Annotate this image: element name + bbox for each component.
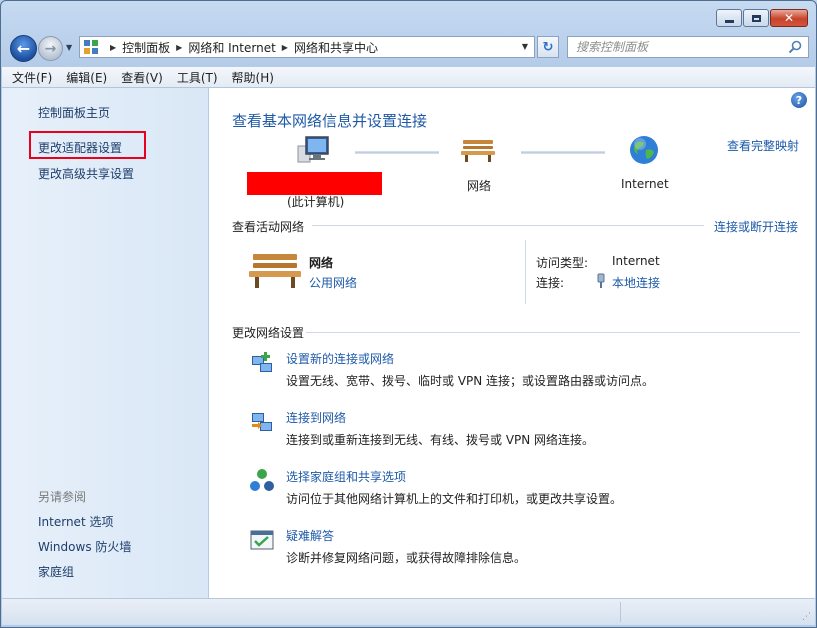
new-connection-icon [252,352,272,372]
sidebar-item-control-panel-home[interactable]: 控制面板主页 [38,104,110,121]
recent-pages-dropdown[interactable]: ▼ [66,43,72,52]
maximize-icon [751,14,761,22]
refresh-icon: ↻ [542,39,554,55]
task-description: 连接到或重新连接到无线、有线、拨号或 VPN 网络连接。 [286,433,595,447]
chevron-right-icon[interactable]: ▶ [110,43,116,52]
sidebar-item-homegroup[interactable]: 家庭组 [38,563,74,580]
section-divider [306,332,800,333]
menu-edit[interactable]: 编辑(E) [66,69,107,86]
local-connection-link[interactable]: 本地连接 [612,274,660,291]
active-networks-heading: 查看活动网络 [232,220,305,234]
setup-connection-link[interactable]: 设置新的连接或网络 [286,350,394,367]
breadcrumb-network-internet[interactable]: 网络和 Internet [188,39,275,56]
connection-line [521,151,605,154]
caption-buttons: ✕ [715,9,808,27]
access-type-value: Internet [612,254,660,268]
menu-view[interactable]: 查看(V) [121,69,163,86]
connect-network-icon [252,413,272,431]
maximize-button[interactable] [743,9,769,27]
network-label: 网络 [467,179,492,193]
breadcrumb-control-panel[interactable]: 控制面板 [122,39,170,56]
internet-label: Internet [621,177,669,191]
task-description: 诊断并修复网络问题，或获得故障排除信息。 [286,551,527,565]
connection-line [355,151,439,154]
close-button[interactable]: ✕ [770,9,808,27]
chevron-right-icon[interactable]: ▶ [282,43,288,52]
arrow-left-icon: ← [16,39,31,58]
connections-label: 连接: [536,276,565,290]
network-type-link[interactable]: 公用网络 [309,274,357,291]
search-box[interactable] [567,36,809,58]
sidebar: 控制面板主页 更改适配器设置 更改高级共享设置 另请参阅 Internet 选项… [2,88,208,598]
control-panel-icon [84,40,98,54]
connect-to-network-link[interactable]: 连接到网络 [286,409,346,426]
arrow-right-icon: → [44,40,57,57]
sidebar-item-change-adapter-settings[interactable]: 更改适配器设置 [38,139,122,156]
section-divider [312,225,704,226]
status-divider [620,602,621,622]
ethernet-plug-icon [597,273,605,288]
menu-bar: 文件(F) 编辑(E) 查看(V) 工具(T) 帮助(H) [2,67,815,88]
window: ✕ ← → ▼ ▶ 控制面板 ▶ 网络和 Internet ▶ 网络和共享中心 … [0,0,817,628]
vertical-divider [525,240,526,304]
forward-button[interactable]: → [38,36,63,61]
back-button[interactable]: ← [10,35,37,62]
sidebar-item-internet-options[interactable]: Internet 选项 [38,513,113,530]
task-description: 访问位于其他网络计算机上的文件和打印机，或更改共享设置。 [286,492,623,506]
active-network-name: 网络 [309,256,334,270]
minimize-icon [724,19,734,23]
breadcrumb-network-sharing-center[interactable]: 网络和共享中心 [294,39,378,56]
search-input[interactable] [576,40,776,54]
help-icon[interactable]: ? [791,92,807,108]
access-type-label: 访问类型: [536,256,589,270]
sidebar-item-change-advanced-sharing[interactable]: 更改高级共享设置 [38,165,134,182]
menu-file[interactable]: 文件(F) [12,69,52,86]
resize-grip-icon[interactable]: ⋰ [802,612,811,622]
refresh-button[interactable]: ↻ [537,36,559,58]
menu-tools[interactable]: 工具(T) [177,69,218,86]
close-icon: ✕ [783,11,795,25]
view-full-map-link[interactable]: 查看完整映射 [727,137,799,154]
task-description: 设置无线、宽带、拨号、临时或 VPN 连接；或设置路由器或访问点。 [286,374,655,388]
status-bar: ⋰ [2,598,815,625]
address-dropdown-icon[interactable]: ▼ [522,42,528,51]
search-icon[interactable] [788,40,802,54]
page-title: 查看基本网络信息并设置连接 [232,112,428,130]
computer-icon[interactable] [295,133,331,165]
connect-disconnect-link[interactable]: 连接或断开连接 [714,218,798,235]
redacted-computer-name [247,172,382,195]
change-settings-heading: 更改网络设置 [232,326,305,340]
main-content: ? 查看基本网络信息并设置连接 查看完整映射 (此计算机) 网络 Interne… [209,88,815,598]
address-bar[interactable]: ▶ 控制面板 ▶ 网络和 Internet ▶ 网络和共享中心 ▼ [79,36,535,58]
see-also-heading: 另请参阅 [38,490,87,504]
troubleshoot-link[interactable]: 疑难解答 [286,527,334,544]
menu-help[interactable]: 帮助(H) [232,69,274,86]
homegroup-sharing-link[interactable]: 选择家庭组和共享选项 [286,468,406,485]
chevron-right-icon[interactable]: ▶ [176,43,182,52]
troubleshoot-icon [250,530,274,550]
computer-label: (此计算机) [287,195,345,209]
network-bench-icon [249,254,301,288]
homegroup-icon [250,469,274,491]
sidebar-item-windows-firewall[interactable]: Windows 防火墙 [38,538,131,555]
network-bench-icon[interactable] [461,137,495,163]
internet-globe-icon[interactable] [628,134,660,166]
minimize-button[interactable] [716,9,742,27]
